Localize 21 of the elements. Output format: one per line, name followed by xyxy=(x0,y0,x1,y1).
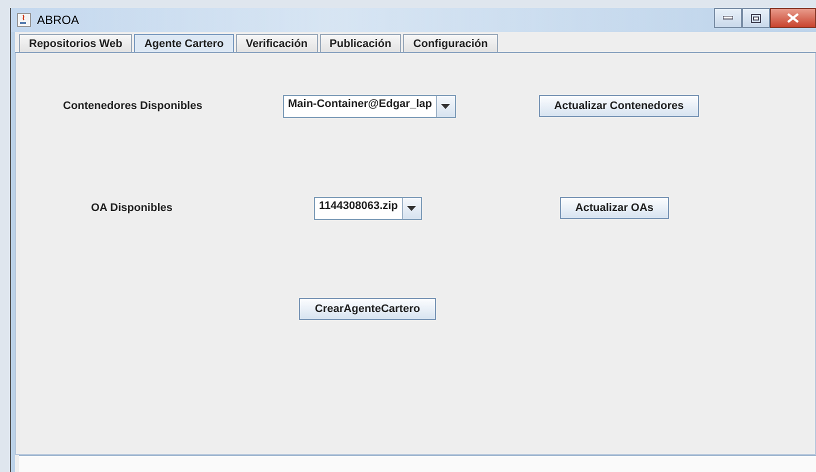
maximize-button[interactable] xyxy=(742,8,770,28)
field-label: OA Disponibles xyxy=(91,202,174,214)
tab[interactable]: Configuración xyxy=(403,34,498,52)
minimize-icon xyxy=(723,16,733,20)
minimize-button[interactable] xyxy=(714,8,742,28)
maximize-icon xyxy=(751,14,761,22)
window-title: ABROA xyxy=(37,13,80,27)
dropdown[interactable]: 1144308063.zip xyxy=(314,196,422,220)
tab[interactable]: Verificación xyxy=(236,34,318,52)
close-icon xyxy=(787,13,799,23)
tab[interactable]: Publicación xyxy=(320,34,402,52)
refresh-button[interactable]: Actualizar OAs xyxy=(560,197,669,219)
tab[interactable]: Agente Cartero xyxy=(134,34,234,52)
caret-icon xyxy=(441,104,450,108)
caret-icon xyxy=(407,206,416,210)
field-label: Contenedores Disponibles xyxy=(63,100,204,112)
tab[interactable]: Repositorios Web xyxy=(19,34,132,52)
create-button[interactable]: CrearAgenteCartero xyxy=(299,298,436,320)
close-button[interactable] xyxy=(770,8,816,28)
refresh-button[interactable]: Actualizar Contenedores xyxy=(538,95,699,117)
dropdown[interactable]: Main-Container@Edgar_lap xyxy=(283,94,456,118)
